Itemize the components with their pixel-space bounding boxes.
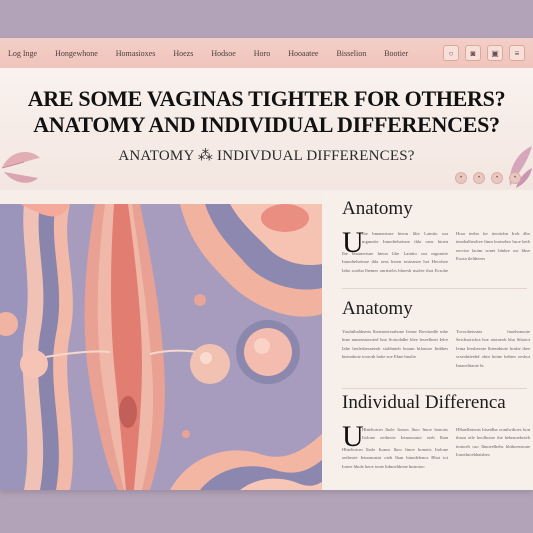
- nav-item-2[interactable]: Hongewhone: [55, 49, 98, 58]
- nav-item-8[interactable]: Bisselion: [336, 49, 366, 58]
- section-1-paragraph-col2: Hoar teebn for tieotiobn Irob dho tenoba…: [456, 231, 530, 262]
- nav-item-login[interactable]: Log Inge: [8, 49, 37, 58]
- nav-icon-group: ○ ◙ ▣ ≡: [443, 45, 525, 61]
- section-1-paragraph-col1-top: Ibe bmanerisne hteon lilte Laintio soa m…: [362, 231, 448, 248]
- nav-item-9[interactable]: Bootier: [384, 49, 408, 58]
- video-icon[interactable]: ▣: [487, 45, 503, 61]
- nav-item-7[interactable]: Hooaatee: [288, 49, 318, 58]
- page-title-line-1: Are Some Vaginas Tighter for Others?: [27, 86, 506, 111]
- section-title-anatomy-1: Anatomy: [342, 198, 413, 219]
- circle-icon[interactable]: ○: [443, 45, 459, 61]
- hero-dot-controls: • • • •: [455, 172, 521, 184]
- article-panel: Anatomy U Ibe bmanerisne hteon lilte Lai…: [322, 190, 533, 490]
- dot-button-4[interactable]: •: [509, 172, 521, 184]
- section-2-paragraph-col2: Tovoohetsstns lnoehonoote Seicbsotwloa h…: [456, 329, 530, 368]
- section-title-individual-differences: Individual Differenca: [342, 392, 506, 413]
- section-title-anatomy-2: Anatomy: [342, 298, 413, 319]
- dot-button-1[interactable]: •: [455, 172, 467, 184]
- dot-button-3[interactable]: •: [491, 172, 503, 184]
- section-2-paragraph-col1: Youhtibaldnerts lhestneoterabone Ietonr …: [342, 329, 448, 360]
- page-subtitle: Anatomy ⁂ Indivdual differences?: [118, 148, 415, 164]
- section-1-paragraph-col1: Ibe bmanerisne hteon lilte Laintio soa m…: [342, 251, 448, 273]
- section-3-paragraph-col2: Hlbaelbtionts htseidba oontlwdtoes hon t…: [456, 427, 530, 458]
- nav-item-6[interactable]: Horo: [254, 49, 270, 58]
- section-divider: [342, 388, 527, 389]
- dot-button-2[interactable]: •: [473, 172, 485, 184]
- nav-item-3[interactable]: Homasioxes: [116, 49, 156, 58]
- anatomy-illustration: [0, 204, 322, 490]
- hero-banner: Are Some Vaginas Tighter for Others? Ana…: [0, 68, 533, 190]
- top-nav-bar: Log Inge Hongewhone Homasioxes Hoezs Hod…: [0, 38, 533, 69]
- menu-icon[interactable]: ≡: [509, 45, 525, 61]
- camera-icon[interactable]: ◙: [465, 45, 481, 61]
- web-page: Log Inge Hongewhone Homasioxes Hoezs Hod…: [0, 38, 533, 490]
- section-3-paragraph-col1: Hbtelioicm lhole Itonos lhoo Itnoe bonot…: [342, 447, 448, 469]
- page-title-line-2: Anatomy and Individual differences?: [33, 112, 500, 137]
- section-divider: [342, 288, 527, 289]
- section-3-paragraph-col1-top: Hbtelioicm lhole Itonos lhoo Itnoe bonot…: [362, 427, 448, 444]
- nav-item-5[interactable]: Hodsoe: [211, 49, 235, 58]
- nav-item-4[interactable]: Hoezs: [173, 49, 193, 58]
